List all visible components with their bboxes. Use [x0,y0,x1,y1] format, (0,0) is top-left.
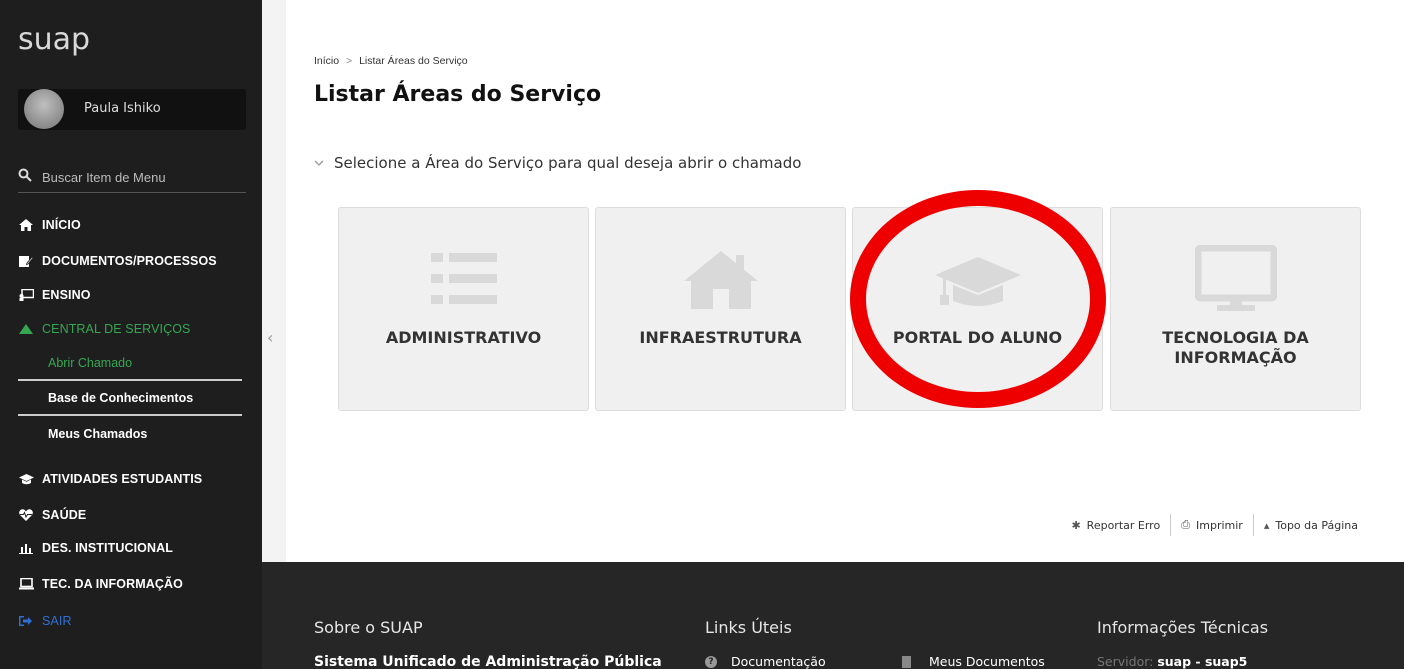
server-value: suap - suap5 [1157,654,1248,669]
submenu-item-meus-chamados[interactable]: Meus Chamados [18,417,242,451]
card-label: TECNOLOGIA DA INFORMAÇÃO [1162,328,1309,367]
breadcrumb-separator: > [346,55,353,67]
menu-item-central-servicos[interactable]: CENTRAL DE SERVIÇOS [18,319,190,339]
home-icon [18,218,34,232]
card-label: INFRAESTRUTURA [639,328,802,347]
footer-about-title: Sobre o SUAP [314,618,423,637]
triangle-icon [18,322,34,336]
menu-item-label: SAÚDE [42,508,87,522]
back-to-top-link[interactable]: ▴ Topo da Página [1254,519,1368,532]
section-label: Selecione a Área do Serviço para qual de… [334,154,802,172]
menu-search-box[interactable]: Buscar Item de Menu [18,160,246,193]
submenu-item-abrir-chamado[interactable]: Abrir Chamado [18,347,242,381]
menu-item-label: ENSINO [42,288,91,302]
footer: Sobre o SUAP Links Úteis Informações Téc… [262,562,1404,669]
menu-item-sair[interactable]: SAIR [18,611,72,631]
bar-chart-icon [18,541,34,555]
card-label: PORTAL DO ALUNO [892,328,1063,347]
submenu-label: Base de Conhecimentos [48,391,194,405]
printer-icon: ⎙ [1181,518,1190,531]
breadcrumb-home[interactable]: Início [314,55,339,67]
avatar [24,89,64,129]
menu-item-label: ATIVIDADES ESTUDANTIS [42,472,203,486]
chevron-left-icon[interactable]: ‹ [267,328,273,347]
menu-item-label: TEC. DA INFORMAÇÃO [42,577,183,591]
caret-up-icon: ▴ [1263,518,1270,532]
breadcrumb-current: Listar Áreas do Serviço [359,55,468,67]
footer-tech-title: Informações Técnicas [1097,618,1269,637]
menu-item-label: INÍCIO [42,218,81,232]
card-portal-do-aluno[interactable]: PORTAL DO ALUNO [852,207,1103,411]
menu-item-saude[interactable]: SAÚDE [18,505,86,525]
document-edit-icon [18,254,34,268]
sidebar: suap Paula Ishiko Buscar Item de Menu IN… [0,0,262,669]
footer-link-label: Meus Documentos [929,654,1045,669]
footer-link-label: Documentação [731,654,826,669]
footer-link-documentacao[interactable]: ? Documentação [705,654,826,669]
footer-links-title: Links Úteis [705,618,792,637]
tool-label: Reportar Erro [1086,518,1161,532]
chalkboard-icon [18,288,34,302]
print-link[interactable]: ⎙ Imprimir [1171,518,1253,532]
section-toggle[interactable]: Selecione a Área do Serviço para qual de… [314,154,801,172]
sign-out-icon [18,614,34,628]
menu-item-label: DES. INSTITUCIONAL [42,541,173,555]
card-infraestrutura[interactable]: INFRAESTRUTURA [595,207,846,411]
heartbeat-icon [18,508,34,522]
submenu-label: Meus Chamados [48,427,148,441]
search-icon [18,168,32,182]
user-name: Paula Ishiko [84,101,161,116]
breadcrumb: Início > Listar Áreas do Serviço [314,55,468,67]
user-profile-box[interactable]: Paula Ishiko [18,89,246,130]
search-input[interactable]: Buscar Item de Menu [42,170,166,185]
menu-item-inicio[interactable]: INÍCIO [18,215,81,235]
sidebar-collapse-strip[interactable] [262,0,286,562]
submenu-item-base-conhecimentos[interactable]: Base de Conhecimentos [18,382,242,416]
menu-item-ensino[interactable]: ENSINO [18,285,91,305]
menu-item-tec-informacao[interactable]: TEC. DA INFORMAÇÃO [18,574,183,594]
footer-link-meus-documentos[interactable]: Meus Documentos [902,654,1045,669]
graduation-cap-icon [18,472,34,486]
card-tecnologia-informacao[interactable]: TECNOLOGIA DA INFORMAÇÃO [1110,207,1361,411]
menu-item-atividades-estudantis[interactable]: ATIVIDADES ESTUDANTIS [18,469,202,489]
menu-item-documentos[interactable]: DOCUMENTOS/PROCESSOS [18,251,217,271]
question-circle-icon: ? [705,655,717,668]
server-label: Servidor: [1097,654,1154,669]
card-administrativo[interactable]: ADMINISTRATIVO [338,207,589,411]
chevron-down-icon [314,160,324,166]
tool-label: Imprimir [1196,518,1243,532]
tool-label: Topo da Página [1275,518,1358,532]
page-title: Listar Áreas do Serviço [314,82,602,107]
menu-item-label: DOCUMENTOS/PROCESSOS [42,254,217,268]
graduation-cap-icon [853,244,1102,314]
menu-item-des-institucional[interactable]: DES. INSTITUCIONAL [18,538,173,558]
monitor-icon [1111,244,1360,314]
laptop-icon [18,577,34,591]
report-error-link[interactable]: ✱ Reportar Erro [1061,519,1170,532]
suap-logo[interactable]: suap [18,22,90,57]
menu-item-label: SAIR [42,614,72,628]
submenu-label: Abrir Chamado [48,356,133,370]
card-label: ADMINISTRATIVO [385,328,542,347]
footer-server-info: Servidor: suap - suap5 [1097,654,1247,669]
footer-about-text: Sistema Unificado de Administração Públi… [314,654,662,669]
page-tools: ✱ Reportar Erro ⎙ Imprimir ▴ Topo da Pág… [1061,514,1368,536]
menu-item-label: CENTRAL DE SERVIÇOS [42,322,191,336]
list-icon [339,244,588,314]
document-icon [902,655,911,668]
house-icon [596,244,845,314]
bug-icon: ✱ [1071,518,1081,532]
